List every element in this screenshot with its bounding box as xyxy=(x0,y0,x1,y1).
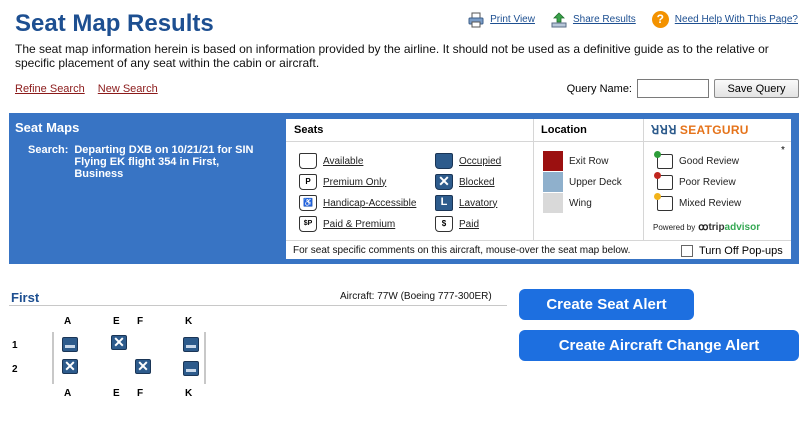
exit-row-swatch xyxy=(543,151,563,171)
blocked-seat-icon: ✕ xyxy=(435,174,453,190)
poor-review-icon xyxy=(654,172,673,190)
turn-off-popups[interactable]: Turn Off Pop-ups xyxy=(681,245,783,257)
cabin-divider xyxy=(9,305,507,306)
legend-blocked: ✕ Blocked xyxy=(435,174,495,190)
legend-footer-note: For seat specific comments on this aircr… xyxy=(293,245,631,256)
mixed-review-icon xyxy=(654,193,673,211)
top-links: Print View Share Results ? Need Help Wit… xyxy=(452,11,798,28)
new-search-link[interactable]: New Search xyxy=(98,83,158,95)
search-links: Refine Search New Search xyxy=(15,83,168,95)
legend-exit-row: Exit Row xyxy=(543,151,608,171)
seat-maps-title: Seat Maps xyxy=(15,120,80,135)
turn-off-popups-checkbox[interactable] xyxy=(681,245,693,257)
row-label-1: 1 xyxy=(12,340,18,351)
query-name-input[interactable] xyxy=(637,79,709,98)
seat-1e[interactable]: ✕ xyxy=(111,335,127,350)
cabin-wall-left xyxy=(52,332,54,384)
column-label-k-top: K xyxy=(185,316,193,327)
tripadvisor-logo: ꝏtripadvisor xyxy=(698,222,761,233)
legend-poor-review: Poor Review xyxy=(654,172,736,190)
disclaimer-text: The seat map information herein is based… xyxy=(15,42,769,70)
search-line-1: Departing DXB on 10/21/21 for SIN xyxy=(74,144,254,156)
legend-occupied: Occupied xyxy=(435,153,501,169)
seat-map: A E F K 1 2 ✕ ✕ ✕ A E F K xyxy=(0,310,240,420)
share-results-label: Share Results xyxy=(572,14,636,25)
paid-seat-icon: $ xyxy=(435,216,453,232)
legend-wing: Wing xyxy=(543,193,592,213)
print-view-link[interactable]: Print View xyxy=(468,12,535,28)
powered-by-tripadvisor: Powered by ꝏtripadvisor xyxy=(653,222,761,233)
legend-available: Available xyxy=(299,153,363,169)
query-name-label: Query Name: xyxy=(566,82,632,95)
seatguru-mark-icon: ꓤꓤꓤ xyxy=(651,123,677,137)
search-label: Search: xyxy=(28,144,69,156)
seatguru-asterisk: * xyxy=(781,145,785,156)
seatguru-brand: SEATGURU xyxy=(679,123,749,137)
create-aircraft-change-alert-button[interactable]: Create Aircraft Change Alert xyxy=(519,330,799,361)
seat-maps-panel: Seat Maps Search: Departing DXB on 10/21… xyxy=(9,113,799,264)
column-label-a-bottom: A xyxy=(64,388,72,399)
legend-good-review: Good Review xyxy=(654,151,739,169)
seat-2k[interactable] xyxy=(183,361,199,376)
premium-seat-icon: P xyxy=(299,174,317,190)
location-header: Location xyxy=(541,124,587,136)
legend-upper-deck: Upper Deck xyxy=(543,172,622,192)
save-query-button[interactable]: Save Query xyxy=(714,79,799,98)
column-label-k-bottom: K xyxy=(185,388,193,399)
aircraft-type: Aircraft: 77W (Boeing 777-300ER) xyxy=(340,291,492,302)
legend-lavatory: L Lavatory xyxy=(435,195,497,211)
column-label-f-top: F xyxy=(137,316,144,327)
refine-search-link[interactable]: Refine Search xyxy=(15,83,85,95)
seat-2a[interactable]: ✕ xyxy=(62,359,78,374)
seatguru-logo: ꓤꓤꓤ SEATGURU xyxy=(643,119,791,142)
paid-premium-seat-icon: $P xyxy=(299,216,317,232)
create-seat-alert-button[interactable]: Create Seat Alert xyxy=(519,289,694,320)
legend-paid: $ Paid xyxy=(435,216,479,232)
search-line-2: Flying EK flight 354 in First, Business xyxy=(74,156,220,180)
cabin-wall-right xyxy=(204,332,206,384)
legend-mixed-review: Mixed Review xyxy=(654,193,741,211)
owl-icon: ꝏ xyxy=(698,222,709,233)
legend-paid-premium: $P Paid & Premium xyxy=(299,216,395,232)
search-summary: Search: Departing DXB on 10/21/21 for SI… xyxy=(28,144,264,180)
printer-icon xyxy=(468,12,484,27)
available-seat-icon xyxy=(299,153,317,169)
column-label-e-bottom: E xyxy=(113,388,120,399)
share-results-link[interactable]: Share Results xyxy=(551,11,636,28)
seats-header: Seats xyxy=(294,124,324,136)
lavatory-icon: L xyxy=(435,195,453,211)
wing-swatch xyxy=(543,193,563,213)
seat-legend: Seats Location ꓤꓤꓤ SEATGURU * Available O… xyxy=(286,119,791,259)
occupied-seat-icon xyxy=(435,153,453,169)
handicap-seat-icon: ♿ xyxy=(299,195,317,211)
column-label-f-bottom: F xyxy=(137,388,144,399)
column-label-e-top: E xyxy=(113,316,120,327)
seat-1a[interactable] xyxy=(62,337,78,352)
column-label-a-top: A xyxy=(64,316,72,327)
upper-deck-swatch xyxy=(543,172,563,192)
query-name-form: Query Name: Save Query xyxy=(567,79,799,98)
cabin-name: First xyxy=(11,290,40,305)
help-icon: ? xyxy=(651,11,669,28)
legend-handicap: ♿ Handicap-Accessible xyxy=(299,195,416,211)
good-review-icon xyxy=(654,151,673,169)
turn-off-popups-label: Turn Off Pop-ups xyxy=(699,245,783,257)
legend-premium-only: P Premium Only xyxy=(299,174,386,190)
seat-1k[interactable] xyxy=(183,337,199,352)
share-icon xyxy=(551,11,567,27)
print-view-label: Print View xyxy=(490,14,535,25)
row-label-2: 2 xyxy=(12,364,18,375)
help-link[interactable]: ? Need Help With This Page? xyxy=(651,11,798,28)
seat-2f[interactable]: ✕ xyxy=(135,359,151,374)
help-label: Need Help With This Page? xyxy=(674,14,798,25)
page-title: Seat Map Results xyxy=(15,10,214,37)
